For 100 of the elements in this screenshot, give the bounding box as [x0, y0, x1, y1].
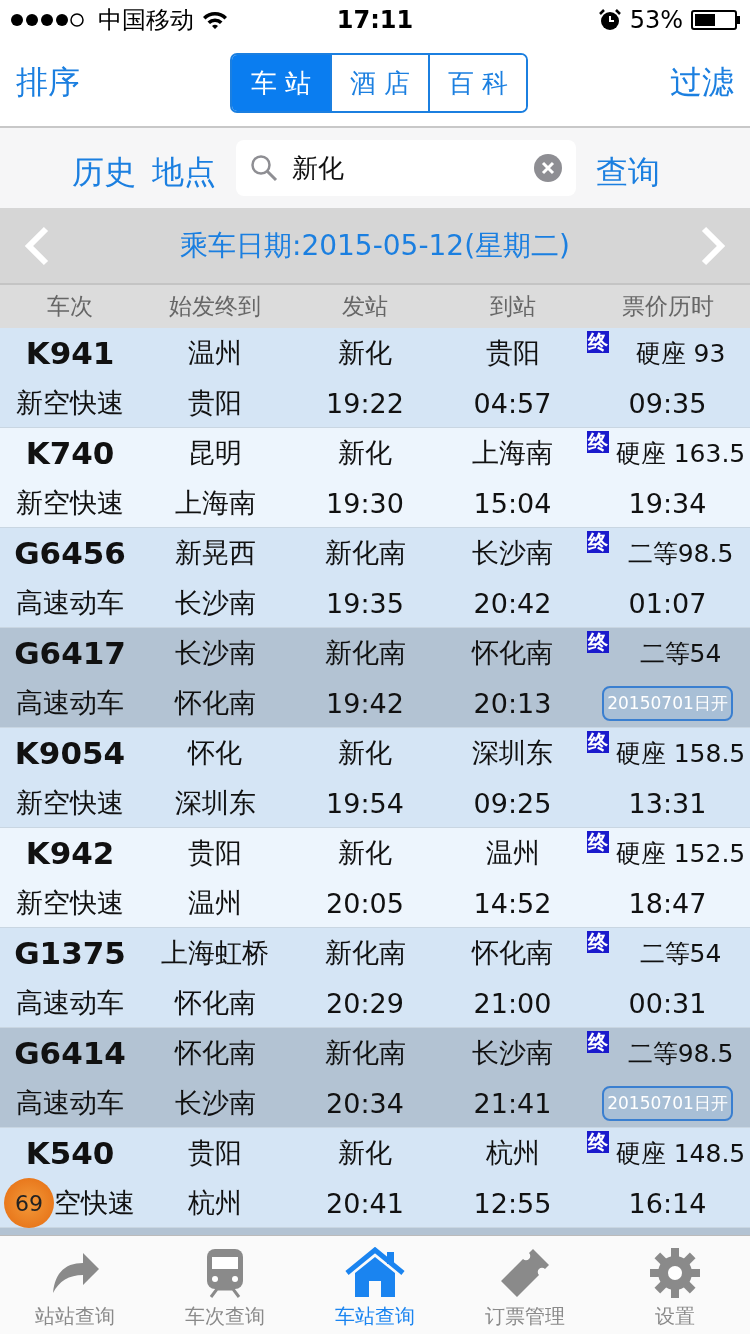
travel-duration: 09:35 — [627, 386, 708, 421]
train-number: K941 — [24, 334, 116, 373]
departure-time: 20:29 — [325, 986, 405, 1021]
tab-item[interactable]: 车站查询 — [300, 1236, 450, 1334]
ticket-price: 二等54 — [638, 937, 723, 970]
departure-time: 19:30 — [325, 486, 405, 521]
train-type: 新空快速 — [16, 386, 124, 420]
departure-time: 19:22 — [325, 386, 405, 421]
travel-duration: 19:34 — [627, 486, 708, 521]
origin-station: 温州 — [187, 336, 243, 370]
destination-station: 长沙南 — [173, 586, 257, 620]
train-row[interactable]: K9054 怀化 新化 深圳东 终 硬座 158.5 新空快速 深圳东 19:54 09:25 13:31 — [0, 728, 750, 828]
train-row[interactable]: K942 贵阳 新化 温州 终 硬座 152.5 新空快速 温州 20:05 14:52 18:47 — [0, 828, 750, 928]
train-row[interactable]: G1375 上海虹桥 新化南 怀化南 终 二等54 高速动车 怀化南 20:29 21:00 00:31 — [0, 928, 750, 1028]
history-button[interactable]: 历史 — [72, 151, 136, 195]
ticket-icon — [499, 1247, 551, 1299]
train-number: G1375 — [13, 934, 127, 973]
destination-station: 长沙南 — [173, 1086, 257, 1120]
train-type: 空快速 — [54, 1186, 135, 1220]
terminal-mark: 终 — [587, 331, 609, 353]
train-number: K9054 — [13, 734, 127, 773]
origin-station: 怀化 — [186, 736, 243, 770]
destination-station: 上海南 — [173, 486, 257, 520]
segment-tab[interactable]: 车 站 — [232, 55, 330, 111]
battery-icon — [691, 10, 740, 30]
train-row[interactable]: K740 昆明 新化 上海南 终 硬座 163.5 新空快速 上海南 19:30 15:04 19:34 — [0, 428, 750, 528]
origin-station: 长沙南 — [173, 636, 257, 670]
arrival-station: 深圳东 — [471, 736, 554, 770]
sort-button[interactable]: 排序 — [16, 61, 80, 105]
departure-station: 新化南 — [323, 936, 407, 970]
tab-item[interactable]: 订票管理 — [450, 1236, 600, 1334]
ticket-price: 二等54 — [638, 637, 723, 670]
arrival-time: 21:41 — [472, 1086, 553, 1121]
origin-station: 上海虹桥 — [160, 936, 270, 970]
departure-station: 新化南 — [323, 636, 407, 670]
column-header: 发站 — [341, 292, 389, 321]
filter-button[interactable]: 过滤 — [670, 61, 734, 105]
arrival-station: 长沙南 — [471, 1036, 554, 1070]
departure-time: 20:41 — [325, 1186, 405, 1221]
travel-duration: 13:31 — [627, 786, 708, 821]
travel-duration: 01:07 — [627, 586, 708, 621]
origin-station: 贵阳 — [187, 1136, 243, 1170]
departure-time: 19:35 — [325, 586, 405, 621]
arrival-station: 温州 — [484, 836, 541, 870]
train-row[interactable]: G6414 怀化南 新化南 长沙南 终 二等98.5 高速动车 长沙南 20:34 21:41 20150701日开 — [0, 1028, 750, 1128]
search-field[interactable]: 新化 — [236, 140, 576, 196]
ticket-price: 硬座 158.5 — [614, 737, 747, 770]
location-button[interactable]: 地点 — [152, 151, 216, 195]
destination-station: 温州 — [187, 886, 243, 920]
tab-item[interactable]: 车次查询 — [150, 1236, 300, 1334]
arrival-time: 09:25 — [472, 786, 553, 821]
arrival-time: 12:55 — [472, 1186, 553, 1221]
train-number: G6456 — [13, 534, 127, 573]
battery-percent: 53% — [629, 6, 683, 34]
train-number: K740 — [24, 434, 116, 473]
travel-date: 乘车日期:2015-05-12(星期二) — [180, 227, 570, 264]
train-number: K540 — [24, 1134, 116, 1173]
arrival-time: 20:42 — [472, 586, 553, 621]
start-date-badge: 20150701日开 — [602, 1085, 733, 1121]
segment-tab[interactable]: 百 科 — [428, 55, 526, 111]
ticket-price: 硬座 93 — [634, 337, 727, 370]
settings-icon — [649, 1247, 701, 1299]
arrival-station: 怀化南 — [470, 936, 554, 970]
train-type: 新空快速 — [16, 486, 124, 520]
ticket-price: 硬座 163.5 — [614, 437, 747, 470]
train-row[interactable]: K540 贵阳 新化 杭州 终 硬座 148.5 69 空快速 杭州 20:41 12:55 16:14 — [0, 1128, 750, 1228]
arrival-station: 杭州 — [484, 1136, 541, 1170]
departure-station: 新化 — [337, 736, 393, 770]
tab-item[interactable]: 站站查询 — [0, 1236, 150, 1334]
departure-station: 新化 — [337, 836, 393, 870]
train-row[interactable]: G6417 长沙南 新化南 怀化南 终 二等54 高速动车 怀化南 19:42 20:13 20150701日开 — [0, 628, 750, 728]
arrival-station: 怀化南 — [470, 636, 554, 670]
departure-station: 新化南 — [323, 536, 407, 570]
ticket-price: 二等98.5 — [626, 537, 735, 570]
train-row[interactable]: G6456 新晃西 新化南 长沙南 终 二等98.5 高速动车 长沙南 19:35 20:42 01:07 — [0, 528, 750, 628]
search-icon — [250, 154, 278, 182]
clear-icon — [534, 154, 562, 182]
arrival-time: 20:13 — [472, 686, 553, 721]
ticket-price: 硬座 152.5 — [614, 837, 747, 870]
terminal-mark: 终 — [587, 931, 609, 953]
train-number: G6417 — [13, 634, 127, 673]
train-type: 高速动车 — [16, 586, 124, 620]
terminal-mark: 终 — [587, 1031, 609, 1053]
previous-day-icon[interactable] — [24, 225, 50, 266]
column-header: 票价历时 — [620, 292, 715, 321]
destination-station: 贵阳 — [187, 386, 243, 420]
departure-station: 新化 — [337, 1136, 393, 1170]
arrival-time: 21:00 — [472, 986, 553, 1021]
search-button[interactable]: 查询 — [596, 151, 660, 195]
arrival-time: 04:57 — [472, 386, 553, 421]
arrival-station: 贵阳 — [484, 336, 541, 370]
carrier-name: 中国移动 — [98, 5, 194, 36]
destination-station: 怀化南 — [173, 686, 257, 720]
travel-duration: 16:14 — [627, 1186, 708, 1221]
arrival-station: 长沙南 — [471, 536, 554, 570]
train-type: 高速动车 — [16, 1086, 124, 1120]
clock-time: 17:11 — [336, 6, 414, 34]
tab-item[interactable]: 设置 — [600, 1236, 750, 1334]
next-day-icon[interactable] — [700, 225, 726, 266]
train-row[interactable]: K941 温州 新化 贵阳 终 硬座 93 新空快速 贵阳 19:22 04:57 09:35 — [0, 328, 750, 428]
